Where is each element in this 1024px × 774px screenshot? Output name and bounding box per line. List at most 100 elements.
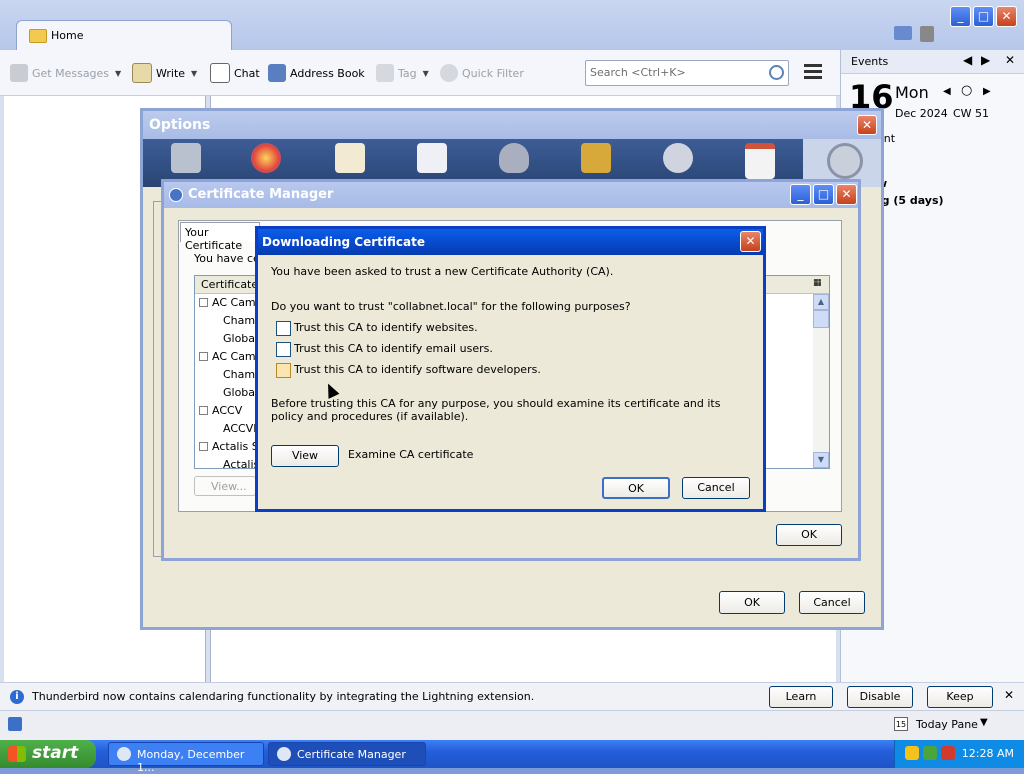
cm-minimize-button[interactable]: _ [790,184,811,205]
scroll-up-icon[interactable]: ▲ [813,294,829,310]
quick-filter-button[interactable]: Quick Filter [440,62,524,84]
get-messages-button[interactable]: Get Messages ▼ [10,62,121,84]
filter-icon [440,64,458,82]
tree-row-label: Global [223,332,259,345]
view-certificate-button[interactable]: View... [194,476,256,496]
windows-flag-icon [8,746,26,762]
close-icon[interactable]: ✕ [1005,53,1015,67]
collapse-icon[interactable] [199,352,208,361]
security-shield-icon[interactable] [905,746,919,760]
maximize-button[interactable]: □ [973,6,994,27]
scroll-thumb[interactable] [813,310,829,328]
scroll-down-icon[interactable]: ▼ [813,452,829,468]
chat-bubble-icon [210,63,230,83]
chat-button[interactable]: Chat [210,62,260,84]
download-title-bar: Downloading Certificate ✕ [258,229,763,255]
thunderbird-icon [117,747,131,761]
tree-row[interactable]: Actalis [223,458,259,468]
calendar-week: CW 51 [953,107,990,120]
task-thunderbird[interactable]: Monday, December 1... [108,742,264,774]
today-circle-icon[interactable]: ○ [961,83,972,98]
prev-arrow-icon[interactable]: ◀ [963,53,972,67]
tab-home-label: Home [51,29,84,42]
tab-home[interactable]: Home [16,20,232,50]
collapse-icon[interactable] [199,406,208,415]
options-close-button[interactable]: ✕ [857,115,877,135]
start-button[interactable]: start [0,740,96,768]
trust-software-checkbox[interactable] [276,363,291,378]
disable-button[interactable]: Disable [847,686,913,708]
network-icon[interactable] [923,746,937,760]
calendar-pane-icon[interactable] [745,143,775,179]
search-icon[interactable] [769,65,784,80]
examine-note: Before trusting this CA for any purpose,… [271,397,721,423]
write-button[interactable]: Write ▼ [132,62,197,84]
day-name: Mon [895,83,929,102]
collapse-icon[interactable] [199,442,208,451]
address-book-label: Address Book [290,66,365,80]
download-close-button[interactable]: ✕ [740,231,761,252]
cert-manager-ok-button[interactable]: OK [776,524,842,546]
tag-button[interactable]: Tag ▼ [376,62,429,84]
trust-email-checkbox[interactable] [276,342,291,357]
display-pane-icon[interactable] [251,143,281,173]
close-button[interactable]: ✕ [996,6,1017,27]
tree-scrollbar[interactable]: ▲ ▼ [813,294,829,468]
close-icon[interactable]: ✕ [1004,688,1014,702]
tab-your-certificates[interactable]: Your Certificate [180,222,260,252]
address-book-button[interactable]: Address Book [268,62,365,84]
prev-day-icon[interactable]: ◀ [943,86,951,97]
task-certificate-manager[interactable]: Certificate Manager [268,742,426,766]
next-day-icon[interactable]: ▶ [983,86,991,97]
general-pane-icon[interactable] [171,143,201,173]
start-label: start [32,743,79,763]
chevron-down-icon: ▼ [422,68,429,78]
today-pane-label: Today Pane [916,718,978,731]
info-icon: i [10,690,24,704]
advanced-gear-icon [827,143,863,179]
trust-websites-checkbox[interactable] [276,321,291,336]
security-lock-icon[interactable] [581,143,611,173]
today-pane-toggle[interactable]: 15 Today Pane ▼ [894,715,998,735]
download-cancel-button[interactable]: Cancel [682,477,750,499]
layout-icon[interactable] [894,26,912,40]
quick-filter-label: Quick Filter [462,66,524,80]
collapse-icon[interactable] [199,298,208,307]
window-controls: _ □ ✕ [950,6,1020,28]
calendar-tab-icon[interactable] [920,26,934,42]
learn-more-button[interactable]: Learn more [769,686,833,723]
notification-text: Thunderbird now contains calendaring fun… [32,690,535,703]
search-input[interactable]: Search <Ctrl+K> [585,60,789,86]
tree-row[interactable]: Global [223,332,258,345]
tree-row-label: ACCV [212,404,243,417]
attachments-clip-icon[interactable] [663,143,693,173]
cm-maximize-button[interactable]: □ [813,184,834,205]
tree-row[interactable]: Global [223,386,258,399]
cert-manager-title-bar: Certificate Manager _ □ ✕ [164,182,858,208]
chat-label: Chat [234,66,260,80]
download-ok-button[interactable]: OK [602,477,670,499]
task-cert-label: Certificate Manager [297,748,406,761]
clock: 12:28 AM [961,747,1014,760]
view-ca-button[interactable]: View [271,445,339,467]
cm-close-button[interactable]: ✕ [836,184,857,205]
column-picker-icon[interactable]: ▦ [813,278,822,288]
trust-email-label[interactable]: Trust this CA to identify email users. [294,342,493,355]
tree-row[interactable]: ACCV [199,404,242,417]
chat-pane-icon[interactable] [417,143,447,173]
network-status-icon[interactable] [8,717,22,731]
trust-websites-label[interactable]: Trust this CA to identify websites. [294,321,478,334]
get-messages-label: Get Messages [32,66,110,80]
app-menu-icon[interactable] [804,64,822,80]
keep-button[interactable]: Keep [927,686,993,708]
minimize-button[interactable]: _ [950,6,971,27]
alert-shield-icon[interactable] [941,746,955,760]
privacy-mask-icon[interactable] [499,143,529,173]
trust-software-label[interactable]: Trust this CA to identify software devel… [294,363,541,376]
options-cancel-button[interactable]: Cancel [799,591,865,614]
options-ok-button[interactable]: OK [719,591,785,614]
composition-pane-icon[interactable] [335,143,365,173]
events-header: Events ◀ ▶ ✕ [841,50,1024,74]
next-arrow-icon[interactable]: ▶ [981,53,990,67]
options-title-bar: Options ✕ [143,111,881,139]
